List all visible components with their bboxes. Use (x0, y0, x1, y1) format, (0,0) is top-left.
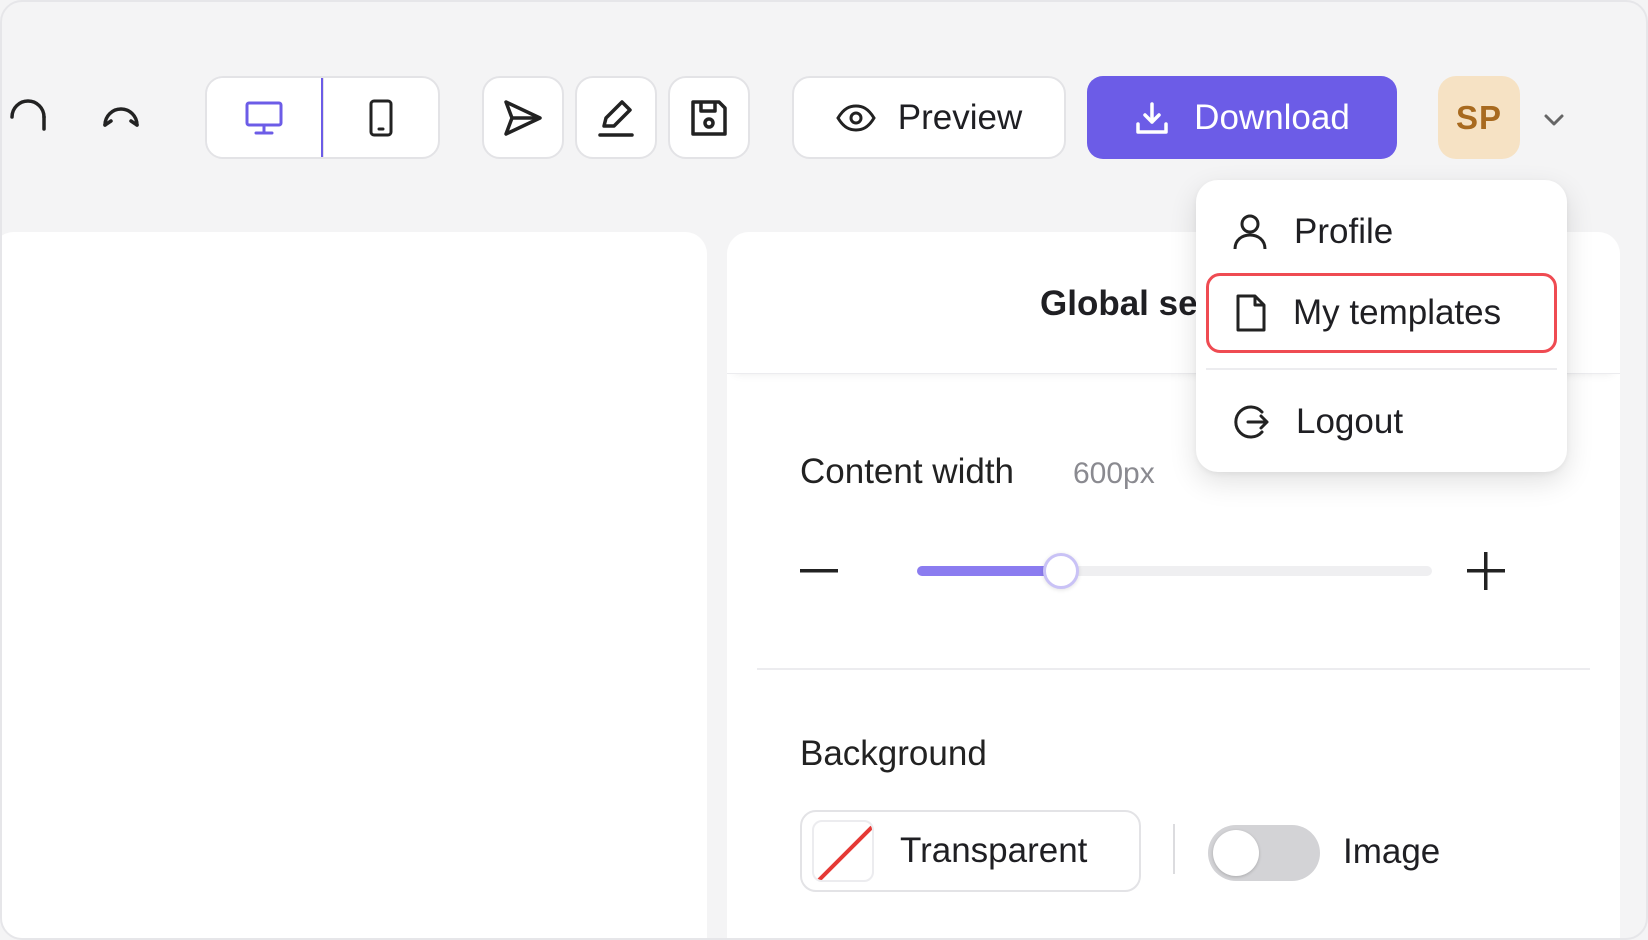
transparent-swatch-icon (812, 820, 874, 882)
user-icon (1233, 214, 1267, 250)
avatar-initials: SP (1455, 98, 1503, 136)
eye-icon (836, 103, 876, 132)
app-window: Preview Download SP Global se Content wi… (0, 0, 1648, 940)
document-icon (1236, 294, 1266, 332)
minus-icon (800, 569, 838, 573)
avatar-menu-toggle[interactable] (1540, 106, 1568, 134)
menu-item-logout[interactable]: Logout (1206, 382, 1557, 462)
undo-button[interactable] (2, 87, 58, 147)
user-menu-dropdown: Profile My templates Logout (1196, 180, 1567, 472)
save-button[interactable] (668, 76, 750, 159)
background-label: Background (800, 734, 987, 773)
mobile-view-button[interactable] (322, 78, 439, 157)
menu-item-profile[interactable]: Profile (1206, 192, 1557, 272)
monitor-icon (245, 101, 283, 134)
plus-icon (1467, 552, 1505, 590)
content-width-slider[interactable] (917, 553, 1432, 589)
redo-button[interactable] (91, 87, 151, 147)
content-width-label: Content width (800, 452, 1015, 491)
decrease-width-button[interactable] (789, 541, 849, 601)
menu-item-label: Logout (1296, 402, 1404, 441)
preview-label: Preview (897, 97, 1023, 137)
canvas-area (2, 232, 707, 938)
device-toggle (205, 76, 440, 159)
vertical-separator (1173, 824, 1175, 874)
toggle-knob (1213, 830, 1259, 876)
send-button[interactable] (482, 76, 564, 159)
menu-item-my-templates[interactable]: My templates (1206, 273, 1557, 353)
image-background-toggle[interactable] (1208, 825, 1320, 881)
download-icon (1136, 101, 1168, 134)
pencil-icon (598, 99, 634, 137)
edit-button[interactable] (575, 76, 657, 159)
logout-icon (1234, 405, 1269, 439)
menu-separator (1206, 368, 1557, 370)
settings-title: Global se (1040, 284, 1198, 323)
transparent-label: Transparent (900, 831, 1088, 870)
undo-icon (10, 99, 46, 131)
menu-item-label: Profile (1294, 212, 1394, 251)
transparent-background-button[interactable]: Transparent (800, 810, 1141, 892)
download-label: Download (1194, 97, 1350, 137)
content-width-value: 600px (1073, 457, 1155, 490)
increase-width-button[interactable] (1456, 541, 1516, 601)
slider-thumb[interactable] (1043, 553, 1080, 589)
preview-button[interactable]: Preview (792, 76, 1066, 159)
slider-fill (917, 566, 1062, 576)
section-divider (757, 668, 1590, 670)
download-button[interactable]: Download (1087, 76, 1397, 159)
image-toggle-label: Image (1343, 832, 1441, 871)
desktop-view-button[interactable] (207, 78, 323, 157)
avatar[interactable]: SP (1438, 76, 1520, 159)
save-icon (691, 99, 727, 136)
menu-item-label: My templates (1293, 293, 1502, 332)
redo-icon (103, 107, 139, 127)
phone-icon (369, 99, 393, 136)
chevron-down-icon (1544, 114, 1564, 126)
send-icon (504, 99, 542, 136)
